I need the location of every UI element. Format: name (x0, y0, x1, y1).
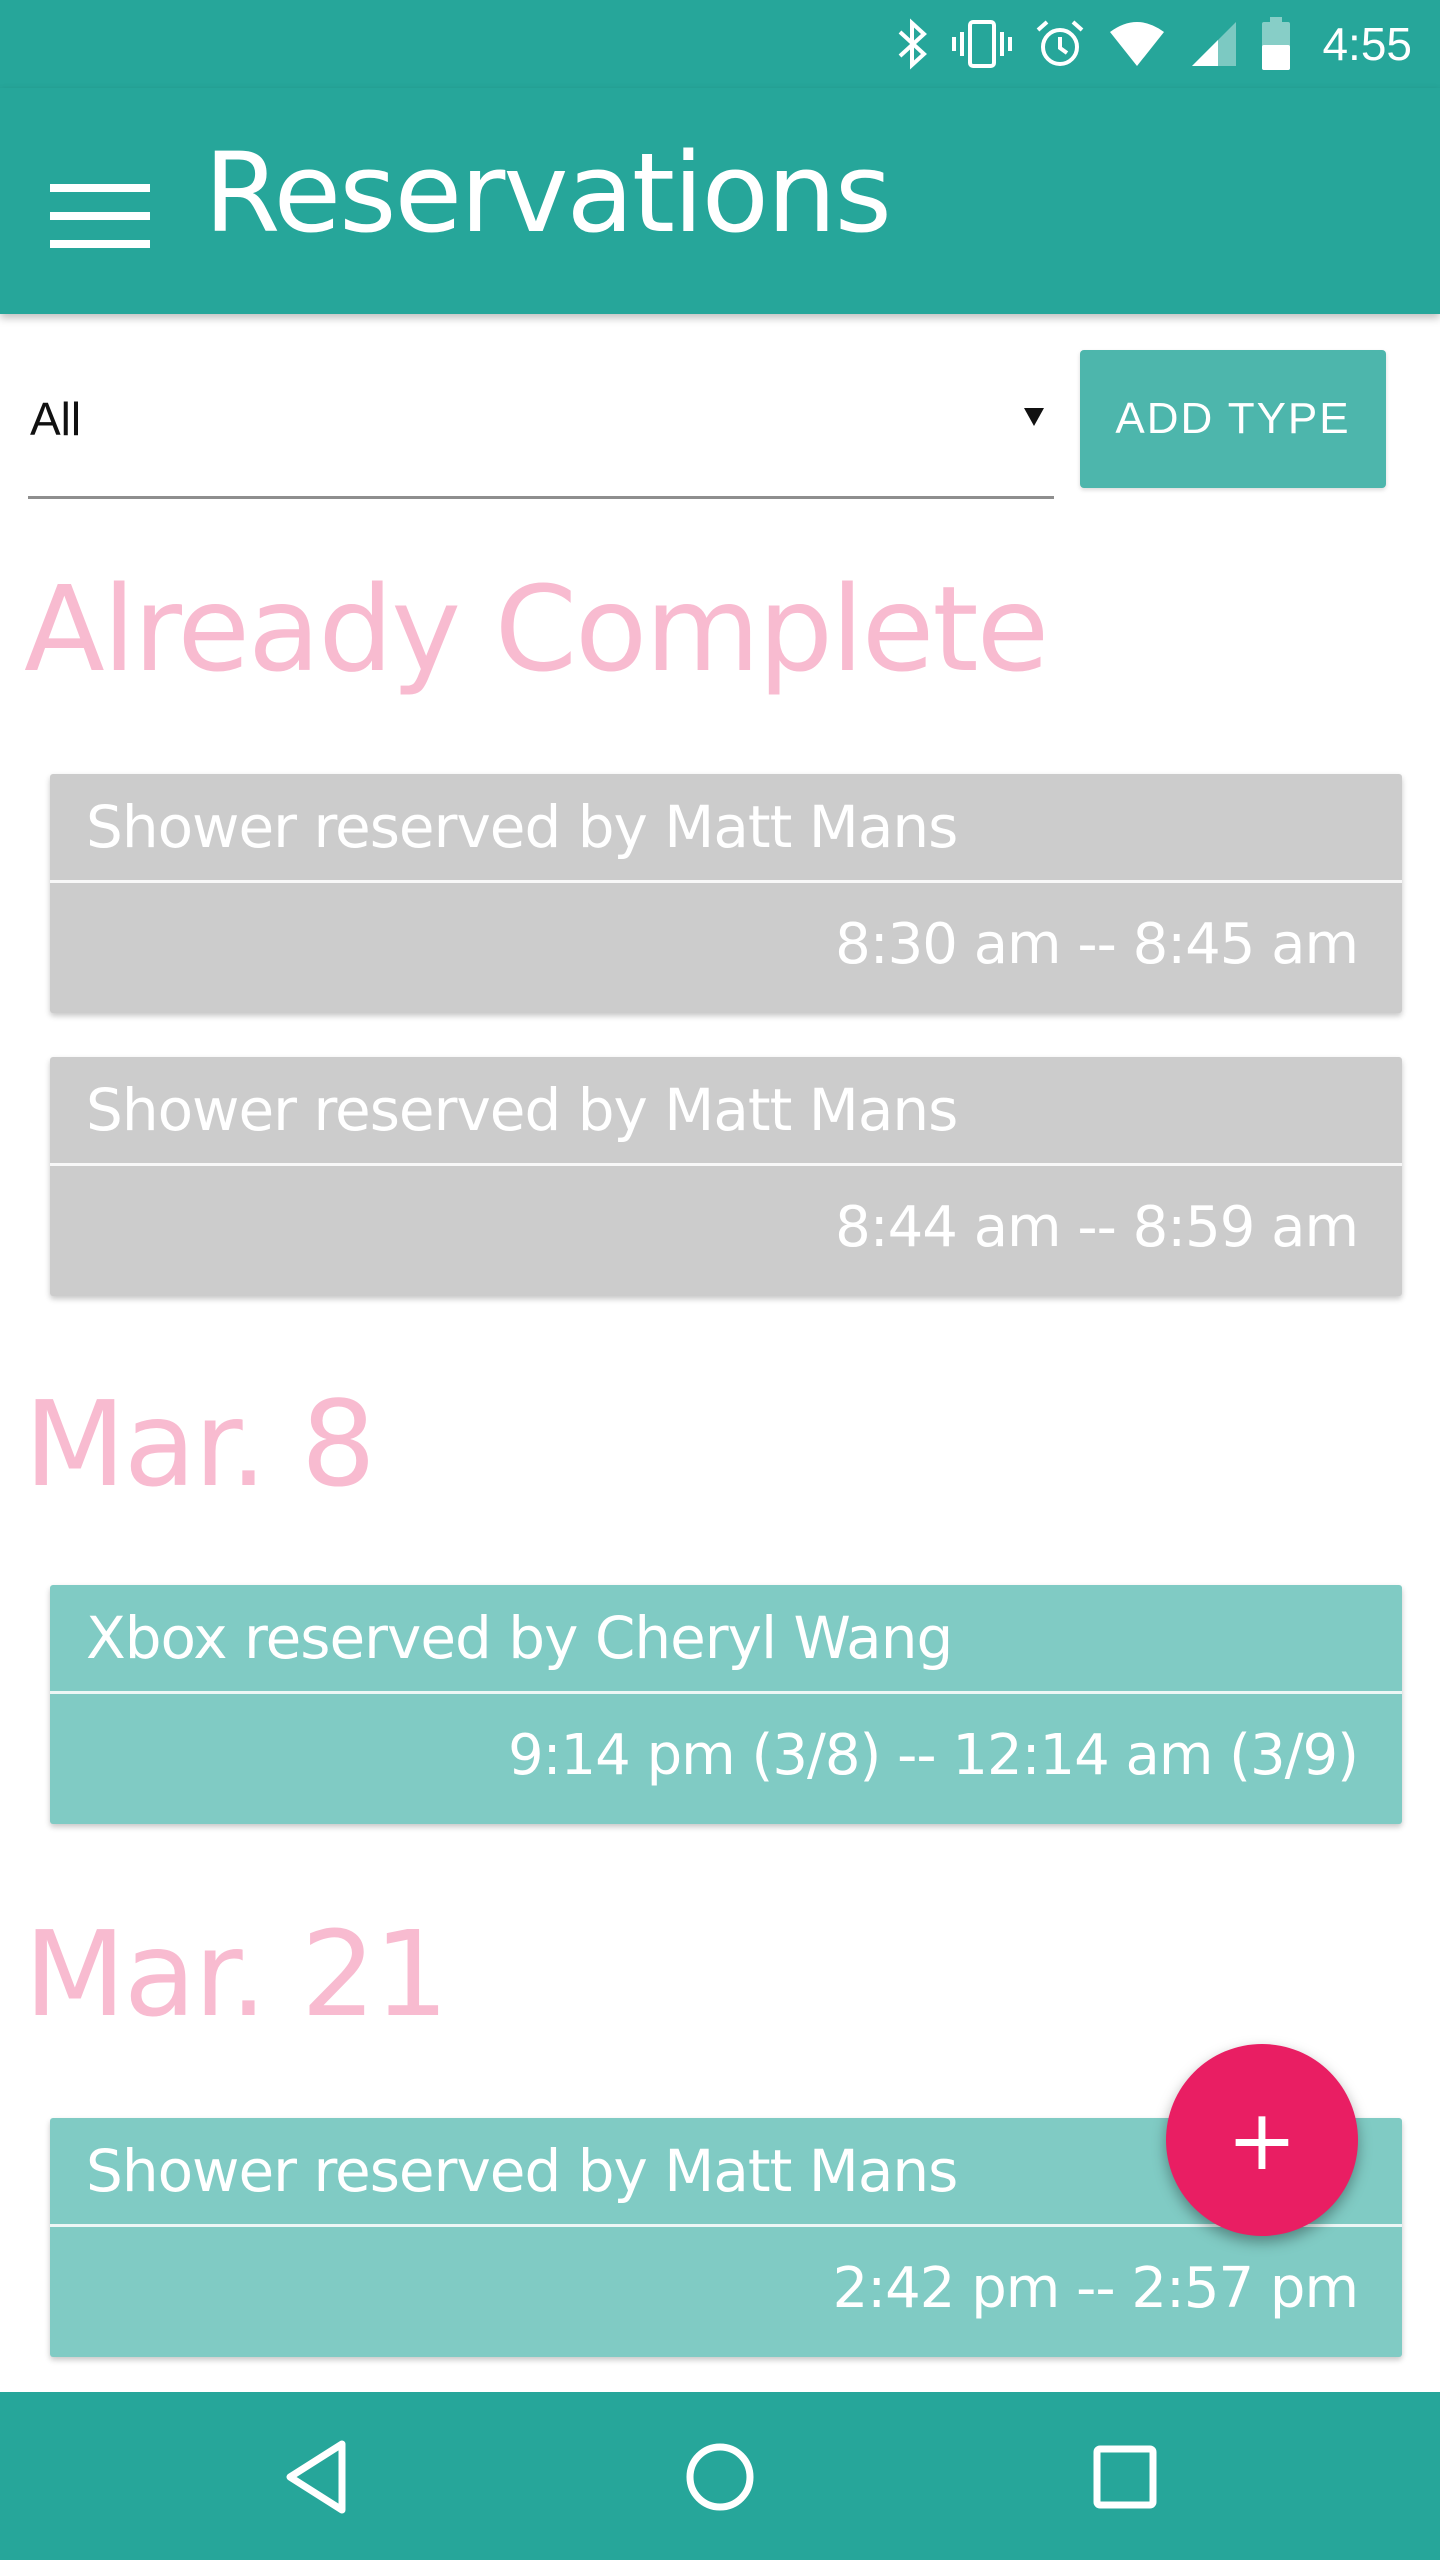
reservation-card[interactable]: Shower reserved by Matt Mans 8:44 am -- … (50, 1057, 1402, 1296)
recents-icon (1080, 2432, 1170, 2522)
vibrate-icon (952, 18, 1013, 70)
signal-icon (1188, 20, 1238, 68)
filter-row: All ADD TYPE (0, 340, 1440, 510)
reservation-time: 9:14 pm (3/8) -- 12:14 am (3/9) (508, 1723, 1359, 1788)
navigation-bar (0, 2392, 1440, 2560)
status-time: 4:55 (1322, 18, 1412, 70)
reservation-time: 8:30 am -- 8:45 am (835, 912, 1359, 977)
back-button[interactable] (272, 2432, 362, 2522)
back-icon (272, 2432, 362, 2522)
alarm-icon (1034, 18, 1086, 70)
dropdown-arrow-icon (1024, 408, 1044, 426)
reservation-time: 8:44 am -- 8:59 am (835, 1195, 1359, 1260)
reservation-title: Shower reserved by Matt Mans (50, 774, 1402, 883)
section-header-already-complete: Already Complete (24, 560, 1049, 698)
reservation-card[interactable]: Xbox reserved by Cheryl Wang 9:14 pm (3/… (50, 1585, 1402, 1824)
reservation-time: 2:42 pm -- 2:57 pm (832, 2256, 1359, 2321)
status-icons: 4:55 (896, 0, 1412, 88)
status-bar: 4:55 (0, 0, 1440, 88)
reservation-card[interactable]: Shower reserved by Matt Mans 8:30 am -- … (50, 774, 1402, 1013)
dropdown-selected-value: All (30, 393, 82, 445)
battery-icon (1260, 17, 1292, 71)
page-title: Reservations (204, 129, 892, 257)
plus-icon: + (1226, 2091, 1298, 2189)
home-button[interactable] (675, 2432, 765, 2522)
home-icon (675, 2432, 765, 2522)
add-reservation-fab[interactable]: + (1166, 2044, 1358, 2236)
add-type-button[interactable]: ADD TYPE (1080, 350, 1386, 488)
reservation-title: Xbox reserved by Cheryl Wang (50, 1585, 1402, 1694)
type-filter-dropdown[interactable]: All (28, 340, 1054, 499)
section-header-mar-21: Mar. 21 (24, 1905, 449, 2043)
wifi-icon (1108, 20, 1166, 68)
menu-button[interactable] (50, 184, 152, 248)
recents-button[interactable] (1080, 2432, 1170, 2522)
reservation-title: Shower reserved by Matt Mans (50, 1057, 1402, 1166)
app-bar: Reservations (0, 88, 1440, 314)
bluetooth-icon (896, 18, 930, 70)
section-header-mar-8: Mar. 8 (24, 1375, 376, 1513)
